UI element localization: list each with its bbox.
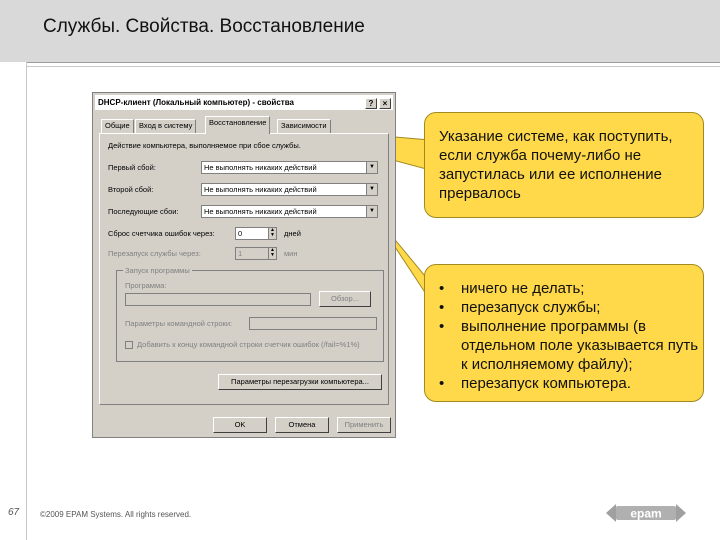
cancel-button[interactable]: Отмена	[275, 417, 329, 433]
browse-button[interactable]: Обзор...	[319, 291, 371, 307]
program-input[interactable]	[125, 293, 311, 306]
apply-button[interactable]: Применить	[337, 417, 391, 433]
tab-dependencies[interactable]: Зависимости	[277, 119, 331, 133]
recovery-panel: Действие компьютера, выполняемое при сбо…	[99, 133, 389, 405]
reset-count-stepper[interactable]: 0 ▲ ▼	[235, 227, 277, 240]
chevron-down-icon: ▼	[366, 162, 377, 173]
first-failure-label: Первый сбой:	[108, 163, 156, 172]
recovery-intro: Действие компьютера, выполняемое при сбо…	[108, 141, 301, 150]
close-button[interactable]: ×	[379, 98, 391, 109]
tab-general[interactable]: Общие	[101, 119, 134, 133]
help-button[interactable]: ?	[365, 98, 377, 109]
list-item: • ничего не делать;	[439, 280, 585, 297]
restart-service-unit: мин	[284, 249, 298, 258]
dialog-title-bar: DHCP-клиент (Локальный компьютер) - свой…	[95, 95, 393, 110]
bullet: •	[439, 280, 445, 297]
page-number: 67	[8, 507, 20, 518]
logo-right-chevron	[676, 504, 686, 522]
params-label: Параметры командной строки:	[125, 319, 233, 328]
dialog-title: DHCP-клиент (Локальный компьютер) - свой…	[98, 98, 294, 107]
second-failure-label: Второй сбой:	[108, 185, 154, 194]
params-input[interactable]	[249, 317, 377, 330]
reset-count-label: Сброс счетчика ошибок через:	[108, 229, 215, 238]
list-item: • перезапуск службы;	[439, 299, 601, 316]
subsequent-failure-select[interactable]: Не выполнять никаких действий ▼	[201, 205, 378, 218]
epam-logo: epam	[606, 504, 686, 522]
subsequent-failure-label: Последующие сбои:	[108, 207, 179, 216]
reset-count-unit: дней	[284, 229, 301, 238]
bullet: •	[439, 299, 445, 316]
ok-button[interactable]: OK	[213, 417, 267, 433]
spinner-icon: ▲ ▼	[268, 248, 276, 259]
copyright: ©2009 EPAM Systems. All rights reserved.	[40, 510, 192, 519]
list-item: • перезапуск компьютера.	[439, 375, 631, 392]
subsequent-failure-value: Не выполнять никаких действий	[204, 207, 317, 216]
first-failure-select[interactable]: Не выполнять никаких действий ▼	[201, 161, 378, 174]
run-program-group-title: Запуск программы	[123, 266, 192, 275]
reset-count-value: 0	[238, 229, 243, 238]
bullet: •	[439, 318, 445, 335]
logo-text: epam	[630, 507, 661, 521]
first-failure-value: Не выполнять никаких действий	[204, 163, 317, 172]
restart-service-label: Перезапуск службы через:	[108, 249, 201, 258]
append-failcount-label: Добавить к концу командной строки счетчи…	[137, 340, 360, 349]
second-failure-select[interactable]: Не выполнять никаких действий ▼	[201, 183, 378, 196]
chevron-down-icon: ▼	[366, 206, 377, 217]
append-failcount-checkbox[interactable]	[125, 341, 133, 349]
logo-left-chevron	[606, 504, 616, 522]
restart-service-stepper[interactable]: 1 ▲ ▼	[235, 247, 277, 260]
bullet: •	[439, 375, 445, 392]
service-properties-dialog: DHCP-клиент (Локальный компьютер) - свой…	[92, 92, 396, 438]
callout-recovery-options: • ничего не делать; • перезапуск службы; •…	[424, 264, 704, 402]
restart-options-button[interactable]: Параметры перезагрузки компьютера...	[218, 374, 382, 390]
callout-recovery-purpose: Указание системе, как поступить, если сл…	[424, 112, 704, 218]
tab-logon[interactable]: Вход в систему	[135, 119, 197, 133]
second-failure-value: Не выполнять никаких действий	[204, 185, 317, 194]
recovery-options-list: • ничего не делать; • перезапуск службы; •…	[439, 279, 699, 393]
chevron-down-icon: ▼	[366, 184, 377, 195]
program-label: Программа:	[125, 281, 167, 290]
tab-recovery[interactable]: Восстановление	[205, 116, 271, 134]
list-item: • выполнение программы (в отдельном поле …	[439, 318, 699, 373]
run-program-group: Запуск программы Программа: Обзор... Пар…	[116, 266, 384, 362]
callout-recovery-purpose-text: Указание системе, как поступить, если сл…	[439, 128, 673, 202]
restart-service-value: 1	[238, 249, 243, 258]
spinner-icon: ▲ ▼	[268, 228, 276, 239]
